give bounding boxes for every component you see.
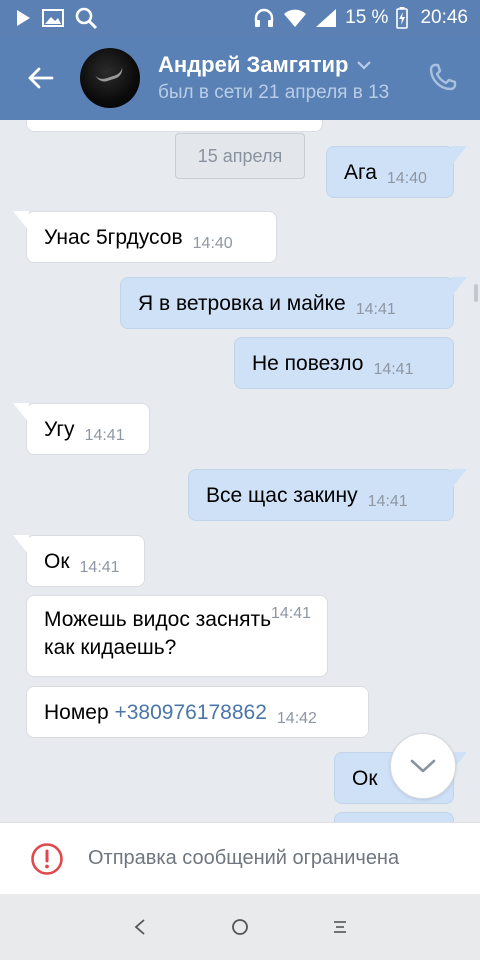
- message-time: 14:40: [386, 170, 427, 187]
- message-time: 14:41: [373, 361, 414, 378]
- alert-icon: [31, 842, 63, 875]
- message-bubble[interactable]: Ага 14:40: [326, 146, 467, 198]
- message-time: 14:40: [192, 235, 233, 252]
- home-icon: [232, 919, 248, 935]
- message-bubble[interactable]: Можешь видос заснять как кидаешь? 14:41: [26, 595, 328, 677]
- phone-icon: [429, 63, 457, 91]
- message-bubble[interactable]: Я в ветровка и майке 14:41: [120, 277, 467, 329]
- scrollbar[interactable]: [474, 284, 478, 302]
- navigation-bar: [0, 894, 480, 960]
- clock: 20:46: [420, 7, 468, 28]
- headphones-icon: [254, 8, 274, 27]
- message-bubble[interactable]: Ок 14:41: [13, 535, 145, 587]
- message-text: Номер: [44, 701, 115, 724]
- avatar[interactable]: [80, 48, 140, 108]
- message-bubble[interactable]: [334, 812, 454, 822]
- menu-icon: [334, 921, 346, 933]
- wifi-icon: [284, 9, 307, 27]
- back-button[interactable]: [0, 36, 80, 120]
- message-text: Ок: [352, 767, 378, 790]
- message-bubble[interactable]: Унас 5грдусов 14:40: [13, 211, 277, 263]
- date-separator: 15 апреля: [175, 133, 305, 179]
- message-bubble[interactable]: Не повезло 14:41: [234, 337, 454, 389]
- message-time: 14:41: [79, 559, 120, 576]
- messaging-restricted-banner: Отправка сообщений ограничена: [0, 822, 480, 894]
- message-time: 14:41: [84, 427, 125, 444]
- message-text: Я в ветровка и майке: [138, 292, 346, 315]
- chevron-down-icon[interactable]: [356, 60, 372, 70]
- message-time: 14:41: [367, 493, 408, 510]
- last-seen-status: был в сети 21 апреля в 13: [158, 82, 390, 103]
- message-bubble[interactable]: Все щас закину 14:41: [188, 469, 467, 521]
- status-bar: 15 % 20:46: [0, 0, 480, 36]
- nav-home-button[interactable]: [220, 907, 260, 947]
- search-icon: [75, 7, 98, 30]
- image-icon: [42, 9, 64, 27]
- chevron-down-icon: [410, 759, 436, 773]
- screen: 15 % 20:46 Андрей Замгятир был в сети 21…: [0, 0, 480, 960]
- phone-number-link[interactable]: +380976178862: [114, 701, 266, 724]
- message-text: Угу: [44, 418, 75, 441]
- battery-percent: 15 %: [345, 7, 389, 28]
- nav-menu-button[interactable]: [320, 907, 360, 947]
- nav-back-button[interactable]: [120, 907, 160, 947]
- arrow-left-icon: [28, 67, 54, 89]
- play-icon: [17, 10, 30, 26]
- conversation-header: Андрей Замгятир был в сети 21 апреля в 1…: [0, 36, 480, 120]
- signal-icon: [316, 9, 337, 27]
- call-button[interactable]: [428, 62, 460, 94]
- battery-charging-icon: [396, 7, 409, 29]
- message-text: Унас 5грдусов: [44, 226, 183, 249]
- message-text: Не повезло: [252, 352, 364, 375]
- contact-info[interactable]: Андрей Замгятир был в сети 21 апреля в 1…: [158, 52, 408, 104]
- message-bubble[interactable]: 14:40: [26, 120, 323, 132]
- message-list[interactable]: 14:40 15 апреля Ага 14:40 Унас 5грдусов 14…: [0, 120, 480, 822]
- message-text: Все щас закину: [206, 484, 358, 507]
- message-time: 14:41: [270, 605, 311, 622]
- message-bubble[interactable]: Номер +380976178862 14:42: [26, 686, 369, 738]
- back-icon: [134, 919, 145, 935]
- restriction-text: Отправка сообщений ограничена: [88, 847, 400, 869]
- message-text: Ага: [344, 161, 377, 184]
- message-text: Ок: [44, 550, 70, 573]
- message-time: 14:40: [268, 120, 308, 129]
- message-bubble[interactable]: Угу 14:41: [13, 403, 150, 455]
- contact-name: Андрей Замгятир: [158, 52, 349, 77]
- message-time: 14:41: [355, 301, 396, 318]
- message-time: 14:42: [276, 710, 317, 727]
- scroll-to-bottom-button[interactable]: [390, 733, 456, 799]
